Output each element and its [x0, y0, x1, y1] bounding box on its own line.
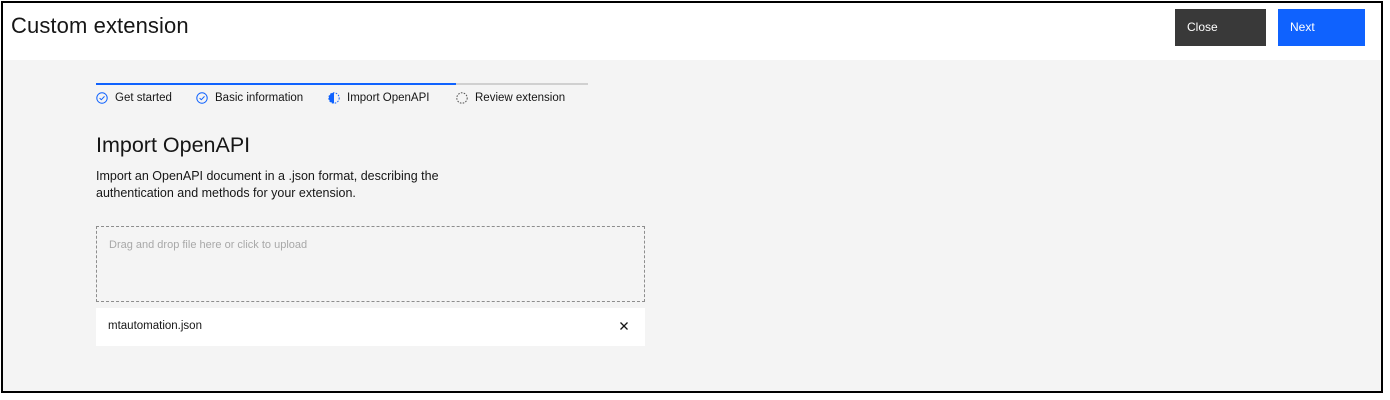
step-bar	[96, 83, 196, 85]
next-button[interactable]: Next	[1278, 9, 1365, 46]
page-title: Custom extension	[11, 13, 189, 38]
step-bar	[456, 83, 588, 85]
step-label: Basic information	[215, 92, 304, 104]
dropzone-text: Drag and drop file here or click to uplo…	[109, 239, 308, 251]
modal-header: Custom extension Close Next	[3, 3, 1381, 60]
circle-dashed-icon	[456, 92, 468, 104]
checkmark-outline-icon	[96, 92, 108, 104]
step-bar	[196, 83, 328, 85]
step-basic-information[interactable]: Basic information	[196, 83, 328, 113]
file-name: mtautomation.json	[108, 320, 202, 332]
circle-half-icon	[328, 92, 340, 104]
step-get-started[interactable]: Get started	[96, 83, 196, 113]
close-button[interactable]: Close	[1175, 9, 1266, 46]
step-label: Get started	[115, 92, 172, 104]
checkmark-outline-icon	[196, 92, 208, 104]
progress-indicator: Get started Basic information Import Ope…	[96, 83, 588, 113]
section-title: Import OpenAPI	[96, 133, 251, 157]
step-label: Review extension	[475, 92, 566, 104]
uploaded-file-item: mtautomation.json	[96, 308, 645, 346]
close-icon[interactable]	[617, 319, 631, 333]
step-label: Import OpenAPI	[347, 92, 430, 104]
step-review-extension[interactable]: Review extension	[456, 83, 588, 113]
step-bar	[328, 83, 456, 85]
file-dropzone[interactable]: Drag and drop file here or click to uplo…	[96, 226, 645, 302]
step-import-openapi[interactable]: Import OpenAPI	[328, 83, 456, 113]
section-description: Import an OpenAPI document in a .json fo…	[96, 169, 439, 200]
modal-frame: Custom extension Close Next Get started …	[1, 1, 1383, 393]
